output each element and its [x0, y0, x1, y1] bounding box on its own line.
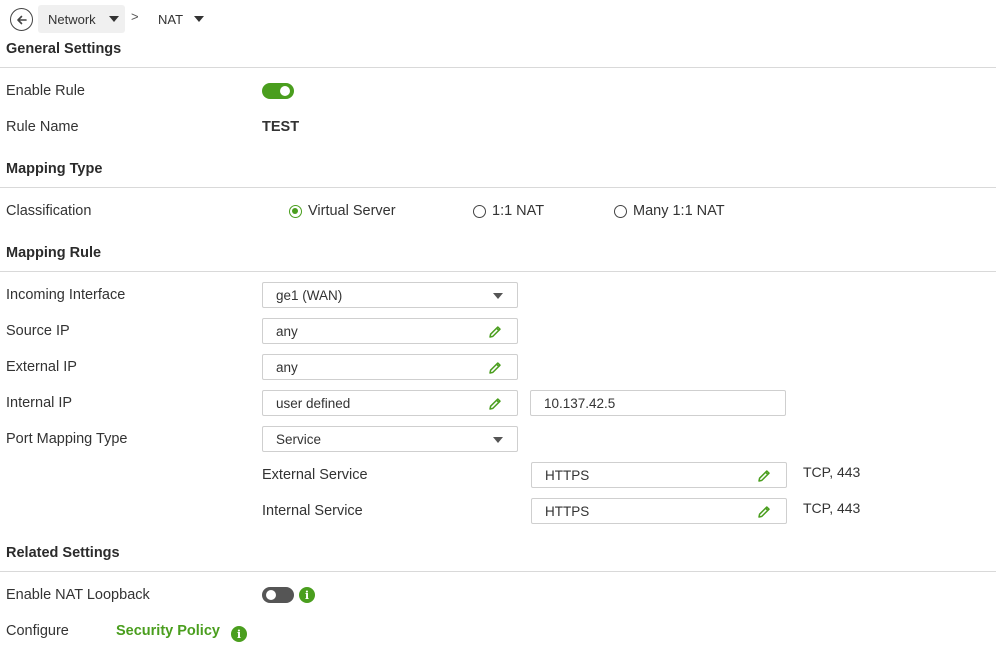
divider [0, 187, 996, 188]
enable-rule-toggle[interactable] [262, 83, 294, 99]
pencil-icon[interactable] [487, 324, 503, 340]
divider [0, 67, 996, 68]
port-mapping-type-label: Port Mapping Type [6, 431, 128, 447]
external-service-field[interactable]: HTTPS [531, 462, 787, 488]
external-ip-field[interactable]: any [262, 354, 518, 380]
toggle-knob [280, 86, 290, 96]
radio-label: 1:1 NAT [492, 203, 545, 219]
incoming-interface-select[interactable]: ge1 (WAN) [262, 282, 518, 308]
nat-loopback-label: Enable NAT Loopback [6, 587, 150, 603]
internal-ip-address-input[interactable]: 10.137.42.5 [530, 390, 786, 416]
configure-label: Configure [6, 623, 69, 639]
external-service-value: HTTPS [545, 467, 590, 483]
arrow-left-icon [16, 15, 27, 24]
divider [0, 571, 996, 572]
section-title-general: General Settings [6, 41, 122, 57]
section-title-mapping-type: Mapping Type [6, 161, 103, 177]
radio-virtual-server[interactable]: Virtual Server [289, 203, 396, 219]
back-button[interactable] [10, 8, 33, 31]
breadcrumb-nat-dropdown[interactable]: NAT [150, 5, 210, 33]
external-ip-label: External IP [6, 359, 77, 375]
incoming-interface-label: Incoming Interface [6, 287, 126, 303]
external-ip-value: any [276, 359, 298, 375]
external-service-detail: TCP, 443 [803, 464, 861, 480]
breadcrumb-separator: > [131, 9, 139, 24]
internal-ip-value: user defined [276, 395, 351, 411]
internal-service-field[interactable]: HTTPS [531, 498, 787, 524]
info-icon[interactable]: i [299, 587, 315, 603]
chevron-down-icon [109, 16, 119, 22]
nat-loopback-toggle[interactable] [262, 587, 294, 603]
section-title-mapping-rule: Mapping Rule [6, 245, 102, 261]
section-title-related: Related Settings [6, 545, 120, 561]
internal-ip-label: Internal IP [6, 395, 73, 411]
radio-label: Many 1:1 NAT [633, 203, 725, 219]
chevron-down-icon [493, 437, 503, 443]
radio-unchecked-icon [473, 204, 486, 218]
radio-checked-icon [289, 204, 302, 218]
internal-ip-address-value: 10.137.42.5 [544, 395, 616, 411]
pencil-icon[interactable] [487, 360, 503, 376]
radio-1-1-nat[interactable]: 1:1 NAT [473, 203, 544, 219]
radio-label: Virtual Server [308, 203, 396, 219]
chevron-down-icon [194, 16, 204, 22]
port-mapping-type-select[interactable]: Service [262, 426, 518, 452]
breadcrumb-network-label: Network [48, 11, 96, 27]
pencil-icon[interactable] [756, 468, 772, 484]
enable-rule-label: Enable Rule [6, 83, 85, 99]
rule-name-label: Rule Name [6, 119, 79, 135]
external-service-label: External Service [262, 467, 368, 483]
source-ip-field[interactable]: any [262, 318, 518, 344]
breadcrumb-network-dropdown[interactable]: Network [38, 5, 125, 33]
port-mapping-type-value: Service [276, 431, 322, 447]
internal-ip-field[interactable]: user defined [262, 390, 518, 416]
chevron-down-icon [493, 293, 503, 299]
rule-name-value: TEST [262, 119, 300, 135]
radio-many-1-1-nat[interactable]: Many 1:1 NAT [614, 203, 725, 219]
pencil-icon[interactable] [487, 396, 503, 412]
internal-service-label: Internal Service [262, 503, 363, 519]
internal-service-detail: TCP, 443 [803, 500, 861, 516]
breadcrumb-nat-label: NAT [158, 11, 184, 27]
toggle-knob [266, 590, 276, 600]
source-ip-value: any [276, 323, 298, 339]
divider [0, 271, 996, 272]
source-ip-label: Source IP [6, 323, 70, 339]
security-policy-link[interactable]: Security Policy [116, 623, 220, 639]
radio-unchecked-icon [614, 204, 627, 218]
incoming-interface-value: ge1 (WAN) [276, 287, 343, 303]
classification-label: Classification [6, 203, 92, 219]
pencil-icon[interactable] [756, 504, 772, 520]
info-icon[interactable]: i [231, 626, 247, 642]
internal-service-value: HTTPS [545, 503, 590, 519]
